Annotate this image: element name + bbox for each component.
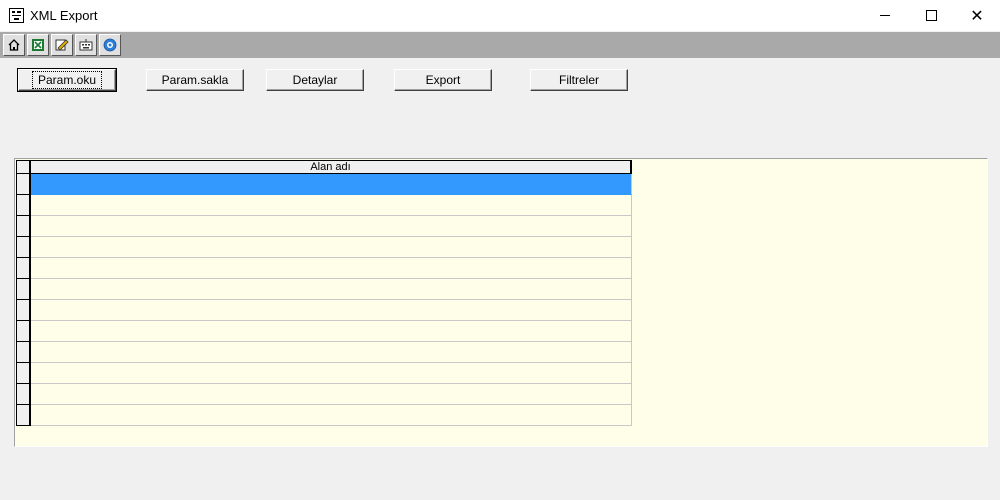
table-row[interactable] bbox=[16, 216, 632, 237]
param-sakla-button[interactable]: Param.sakla bbox=[146, 69, 244, 91]
keyboard-toolbar-button[interactable] bbox=[75, 34, 97, 56]
detaylar-button[interactable]: Detaylar bbox=[266, 69, 364, 91]
grid-header: Alan adı bbox=[16, 160, 632, 174]
minimize-icon bbox=[880, 15, 890, 16]
table-row[interactable] bbox=[16, 279, 632, 300]
row-selector[interactable] bbox=[16, 300, 31, 321]
home-toolbar-button[interactable] bbox=[3, 34, 25, 56]
edit-icon bbox=[55, 39, 69, 51]
table-row[interactable] bbox=[16, 195, 632, 216]
minimize-button[interactable] bbox=[862, 0, 908, 31]
alan-adi-cell[interactable] bbox=[31, 405, 632, 426]
table-row[interactable] bbox=[16, 342, 632, 363]
maximize-button[interactable] bbox=[908, 0, 954, 31]
close-button[interactable]: ✕ bbox=[954, 0, 1000, 31]
home-icon bbox=[8, 39, 20, 51]
title-bar: XML Export ✕ bbox=[0, 0, 1000, 31]
help-toolbar-button[interactable] bbox=[99, 34, 121, 56]
alan-adi-cell[interactable] bbox=[31, 195, 632, 216]
alan-adi-cell[interactable] bbox=[31, 300, 632, 321]
table-row[interactable] bbox=[16, 237, 632, 258]
grid-corner-cell[interactable] bbox=[16, 160, 31, 174]
export-button[interactable]: Export bbox=[394, 69, 492, 91]
table-row[interactable] bbox=[16, 405, 632, 426]
alan-adi-cell[interactable] bbox=[31, 258, 632, 279]
alan-adi-cell[interactable] bbox=[31, 384, 632, 405]
fields-grid[interactable]: Alan adı bbox=[16, 160, 632, 426]
row-selector[interactable] bbox=[16, 258, 31, 279]
alan-adi-cell[interactable] bbox=[31, 342, 632, 363]
row-selector[interactable] bbox=[16, 216, 31, 237]
row-selector[interactable] bbox=[16, 384, 31, 405]
fields-grid-panel[interactable]: Alan adı bbox=[14, 158, 988, 447]
toolbar bbox=[0, 32, 1000, 58]
row-selector[interactable] bbox=[16, 321, 31, 342]
xml-export-window: XML Export ✕ Param.oku Param.sakla Detay… bbox=[0, 0, 1000, 500]
alan-adi-cell[interactable] bbox=[31, 237, 632, 258]
keyboard-icon bbox=[79, 39, 93, 51]
alan-adi-cell[interactable] bbox=[31, 321, 632, 342]
row-selector[interactable] bbox=[16, 237, 31, 258]
alan-adi-cell[interactable] bbox=[31, 363, 632, 384]
help-icon bbox=[103, 38, 117, 52]
close-icon: ✕ bbox=[970, 5, 984, 25]
column-header-alan-adi[interactable]: Alan adı bbox=[31, 160, 632, 174]
table-row[interactable] bbox=[16, 300, 632, 321]
row-selector[interactable] bbox=[16, 363, 31, 384]
row-selector[interactable] bbox=[16, 195, 31, 216]
alan-adi-cell[interactable] bbox=[31, 216, 632, 237]
table-row[interactable] bbox=[16, 384, 632, 405]
maximize-icon bbox=[925, 10, 937, 21]
window-title: XML Export bbox=[30, 8, 98, 23]
table-row[interactable] bbox=[16, 174, 632, 195]
row-selector[interactable] bbox=[16, 279, 31, 300]
row-selector[interactable] bbox=[16, 174, 31, 195]
row-selector[interactable] bbox=[16, 405, 31, 426]
table-row[interactable] bbox=[16, 321, 632, 342]
alan-adi-cell[interactable] bbox=[31, 174, 632, 195]
table-row[interactable] bbox=[16, 363, 632, 384]
row-selector[interactable] bbox=[16, 342, 31, 363]
table-row[interactable] bbox=[16, 258, 632, 279]
excel-toolbar-button[interactable] bbox=[27, 34, 49, 56]
app-icon[interactable] bbox=[9, 8, 24, 23]
filtreler-button[interactable]: Filtreler bbox=[530, 69, 628, 91]
grid-body bbox=[16, 174, 632, 426]
param-oku-button[interactable]: Param.oku bbox=[17, 68, 117, 92]
edit-toolbar-button[interactable] bbox=[51, 34, 73, 56]
excel-icon bbox=[32, 39, 44, 51]
alan-adi-cell[interactable] bbox=[31, 279, 632, 300]
